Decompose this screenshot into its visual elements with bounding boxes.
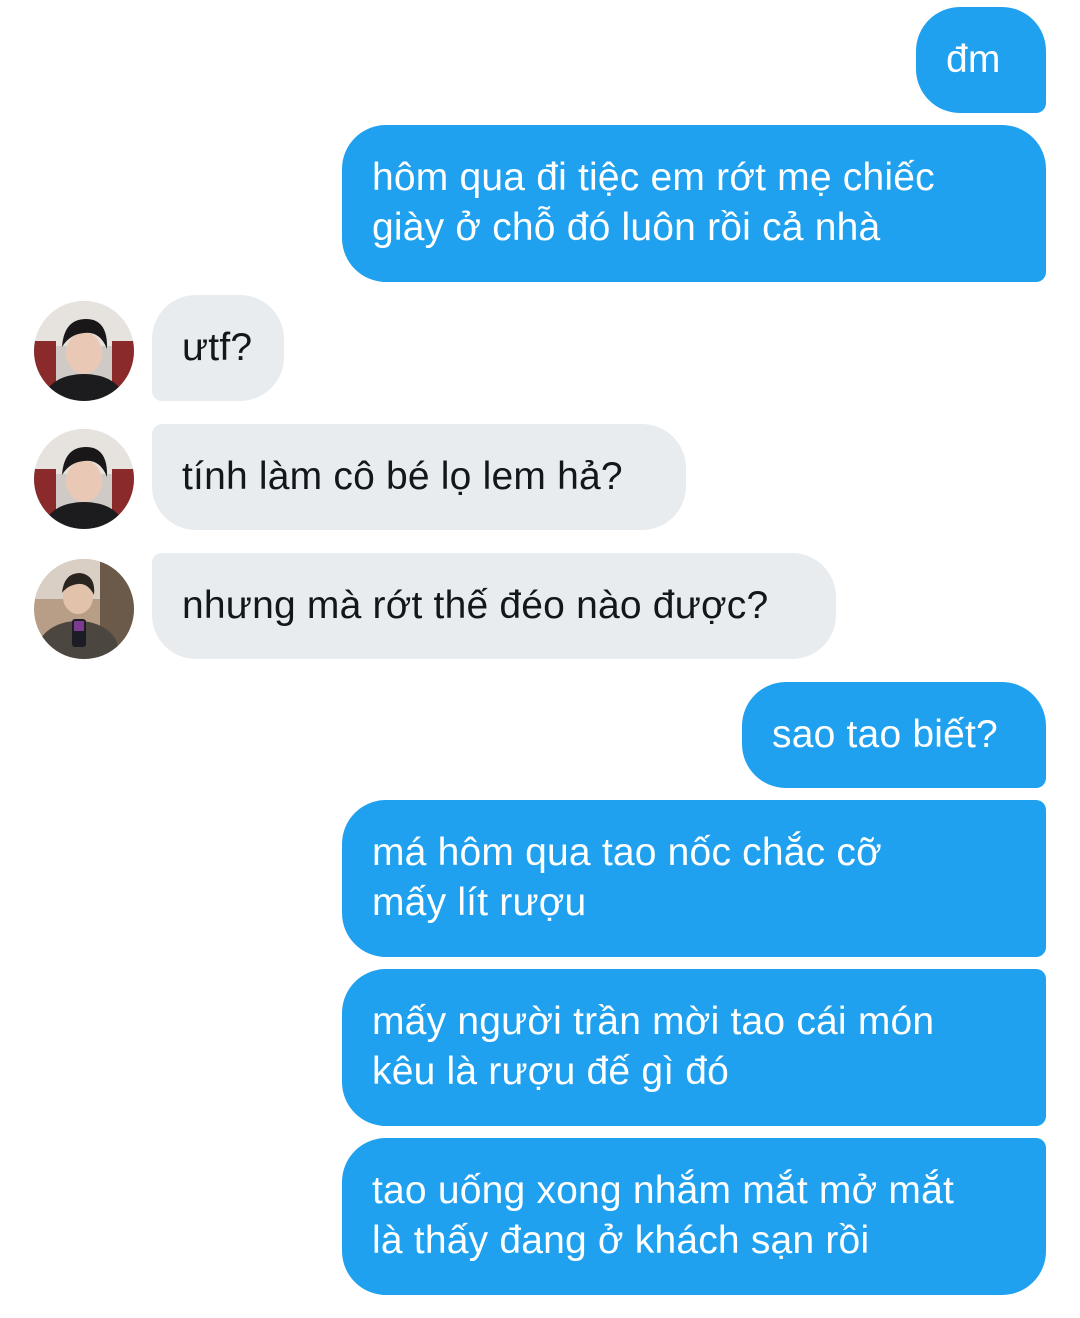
contact-avatar[interactable] — [34, 301, 134, 401]
message-bubble-incoming[interactable]: ưtf? — [152, 295, 284, 401]
contact-avatar[interactable] — [34, 429, 134, 529]
chat-thread: đm hôm qua đi tiệc em rớt mẹ chiếc giày … — [0, 0, 1080, 1318]
contact-avatar[interactable] — [34, 559, 134, 659]
message-bubble-incoming[interactable]: tính làm cô bé lọ lem hả? — [152, 424, 686, 530]
message-bubble-outgoing[interactable]: hôm qua đi tiệc em rớt mẹ chiếc giày ở c… — [342, 125, 1046, 282]
avatar-photo-icon — [34, 559, 134, 659]
avatar-photo-icon — [34, 301, 134, 401]
message-bubble-incoming[interactable]: nhưng mà rớt thế đéo nào được? — [152, 553, 836, 659]
message-bubble-outgoing[interactable]: sao tao biết? — [742, 682, 1046, 788]
avatar-photo-icon — [34, 429, 134, 529]
message-bubble-outgoing[interactable]: mấy người trần mời tao cái món kêu là rư… — [342, 969, 1046, 1126]
message-bubble-outgoing[interactable]: má hôm qua tao nốc chắc cỡ mấy lít rượu — [342, 800, 1046, 957]
message-bubble-outgoing[interactable]: đm — [916, 7, 1046, 113]
message-bubble-outgoing[interactable]: tao uống xong nhắm mắt mở mắt là thấy đa… — [342, 1138, 1046, 1295]
